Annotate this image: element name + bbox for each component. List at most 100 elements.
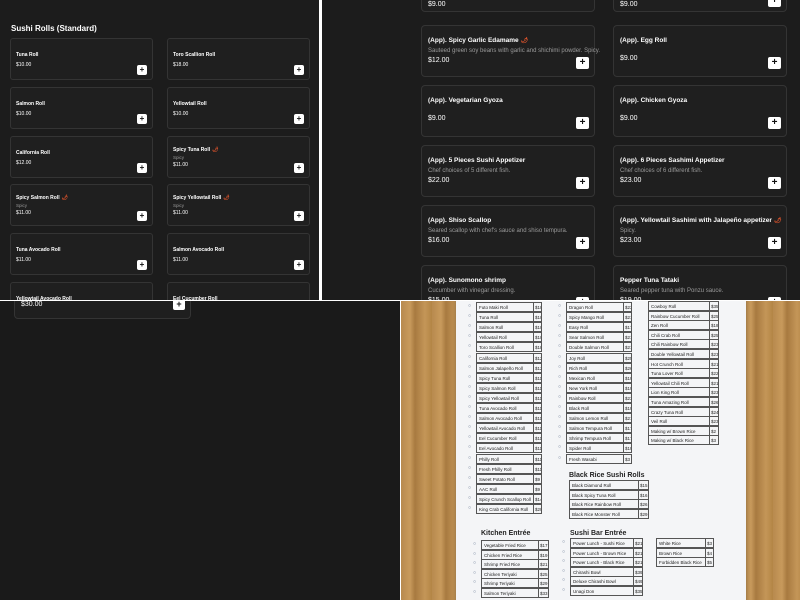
row-price: $10 (533, 313, 542, 322)
add-button[interactable]: + (576, 177, 589, 189)
menu-row: King Crab California Roll $20 (476, 504, 542, 514)
add-button[interactable]: + (294, 114, 304, 124)
row-price: $35 (633, 587, 643, 595)
item-price: $11.00 (173, 162, 188, 168)
menu-item-card[interactable]: (App). Shiso Scallop Seared scallop with … (421, 205, 595, 257)
menu-item-card[interactable]: California Roll $12.00 + (10, 136, 153, 178)
add-button[interactable]: + (137, 260, 147, 270)
add-button[interactable]: + (576, 297, 589, 300)
appetizer-panel: $9.00 $9.00 + (App). Spicy Garlic Edamam… (322, 0, 800, 300)
row-name: Spicy Mango Roll (569, 315, 605, 321)
item-name: Tuna Roll (16, 52, 38, 58)
section-title: Sushi Rolls (Standard) (11, 24, 97, 33)
checkbox-circle-icon: ○ (558, 343, 562, 350)
menu-row: Chicken Fried Rice $19 (481, 549, 549, 560)
menu-item-card[interactable]: (App). 6 Pieces Sashimi Appetizer Chef ch… (613, 145, 787, 197)
item-price: $10.00 (173, 111, 189, 117)
menu-row: Yellowtail Avocado Roll $11 (476, 423, 542, 434)
row-name: Unagi Don (573, 589, 595, 594)
item-price: $16.00 (428, 237, 450, 244)
menu-item-card[interactable]: (App). Egg Roll $9.00 + (613, 25, 787, 77)
row-name: Tuna Avocado Roll (479, 406, 517, 411)
item-price: $23.00 (620, 177, 642, 184)
menu-item-card[interactable]: Salmon Avocado Roll $11.00 + (167, 233, 310, 275)
item-name-text: (App). Chicken Gyoza (620, 97, 688, 104)
add-button[interactable]: + (294, 211, 304, 221)
menu-row: Salmon Lemon Roll $21 (566, 413, 632, 424)
menu-item-card[interactable]: $30.00 + (14, 301, 191, 319)
row-price: $19 (623, 444, 632, 453)
add-button[interactable]: + (768, 57, 781, 69)
add-button[interactable]: + (768, 117, 781, 129)
menu-item-card[interactable]: Pepper Tuna Tataki Seared pepper tuna wit… (613, 265, 787, 300)
menu-row: Hot Crunch Roll $21 (648, 358, 719, 369)
row-name: Black Roll (569, 406, 590, 411)
item-name: (App). Spicy Garlic Edamame 🌶 (428, 37, 528, 44)
menu-item-card[interactable]: Toro Scallion Roll $18.00 + (167, 38, 310, 80)
add-button[interactable]: + (768, 177, 781, 189)
menu-item-card[interactable]: Yellowtail Roll $10.00 + (167, 87, 310, 129)
checkbox-circle-icon: ○ (468, 393, 472, 400)
add-button[interactable]: + (137, 211, 147, 221)
item-name-text: (App). Vegetarian Gyoza (428, 97, 503, 104)
add-button[interactable]: + (173, 301, 185, 310)
row-price: $11 (533, 464, 542, 473)
item-name-text: (App). Sunomono shrimp (428, 277, 506, 284)
item-name-text: Eel Cucumber Roll (173, 296, 218, 300)
menu-row: Spicy Tuna Roll $11 (476, 372, 542, 383)
add-button[interactable]: + (294, 65, 304, 75)
paper-menu-photo: Black Rice Sushi Rolls Kitchen Entrée Su… (401, 301, 800, 600)
add-button[interactable]: + (137, 65, 147, 75)
menu-item-card[interactable]: Tuna Avocado Roll $11.00 + (10, 233, 153, 275)
item-description: Seared pepper tuna with Ponzu sauce. (620, 288, 724, 294)
item-price: $19.00 (620, 297, 641, 300)
row-price: $17 (623, 323, 632, 332)
menu-item-card[interactable]: (App). Vegetarian Gyoza $9.00 + (421, 85, 595, 137)
menu-item-card[interactable]: (App). Yellowtail Sashimi with Jalapeño … (613, 205, 787, 257)
menu-item-card[interactable]: Spicy Yellowtail Roll 🌶 Spicy $11.00 + (167, 184, 310, 226)
item-name: (App). 6 Pieces Sashimi Appetizer (620, 157, 725, 164)
row-price: $19 (623, 373, 632, 382)
menu-item-card[interactable]: (App). Chicken Gyoza $9.00 + (613, 85, 787, 137)
row-name: Easy Roll (569, 325, 589, 331)
menu-item-card[interactable]: Tuna Roll $10.00 + (10, 38, 153, 80)
menu-item-card[interactable]: (App). Spicy Garlic Edamame 🌶 Sauteed gree… (421, 25, 600, 77)
checkbox-circle-icon: ○ (562, 587, 566, 593)
add-button[interactable]: + (768, 0, 781, 7)
add-button[interactable]: + (768, 237, 781, 249)
item-name-text: California Roll (16, 150, 50, 156)
menu-item-card[interactable]: Spicy Salmon Roll 🌶 Spicy $11.00 + (10, 184, 153, 226)
row-name: Salmon Roll (479, 325, 504, 331)
row-name: Sear Salmon Roll (569, 335, 605, 341)
add-button[interactable]: + (576, 237, 589, 249)
row-price: $5 (705, 558, 713, 567)
item-name: Yellowtail Roll (173, 101, 207, 107)
item-description: Seared scallop with chef's sauce and shi… (428, 228, 568, 234)
menu-item-card[interactable]: $9.00 + (613, 0, 787, 12)
add-button[interactable]: + (137, 163, 147, 173)
item-name-text: Toro Scallion Roll (173, 52, 216, 58)
item-name: Salmon Avocado Roll (173, 247, 224, 253)
add-button[interactable]: + (294, 163, 304, 173)
menu-item-card[interactable]: Spicy Tuna Roll 🌶 Spicy $11.00 + (167, 136, 310, 178)
item-name: Eel Cucumber Roll (173, 296, 217, 300)
add-button[interactable]: + (137, 114, 147, 124)
menu-item-card[interactable]: Yellowtail Avocado Roll (10, 282, 153, 300)
menu-item-card[interactable]: Salmon Roll $10.00 + (10, 87, 153, 129)
row-price: $11 (533, 444, 542, 453)
add-button[interactable]: + (768, 297, 781, 300)
item-name: Toro Scallion Roll (173, 52, 215, 58)
add-button[interactable]: + (294, 260, 304, 270)
add-button[interactable]: + (576, 57, 589, 69)
add-button[interactable]: + (576, 117, 589, 129)
menu-item-card[interactable]: (App). 5 Pieces Sushi Appetizer Chef choi… (421, 145, 595, 197)
menu-item-card[interactable]: Eel Cucumber Roll (167, 282, 310, 300)
row-name: King Crab California Roll (479, 507, 529, 512)
menu-row: Veil Roll $23 (648, 416, 719, 427)
row-price: $11 (533, 393, 542, 402)
menu-item-card[interactable]: (App). Sunomono shrimp Cucumber with vine… (421, 265, 595, 300)
menu-item-card[interactable]: $9.00 (421, 0, 595, 12)
menu-row: Mexican Roll $19 (566, 372, 632, 383)
row-name: Spicy Crunch Scallop Roll (479, 496, 531, 502)
item-name-text: (App). Egg Roll (620, 37, 667, 44)
